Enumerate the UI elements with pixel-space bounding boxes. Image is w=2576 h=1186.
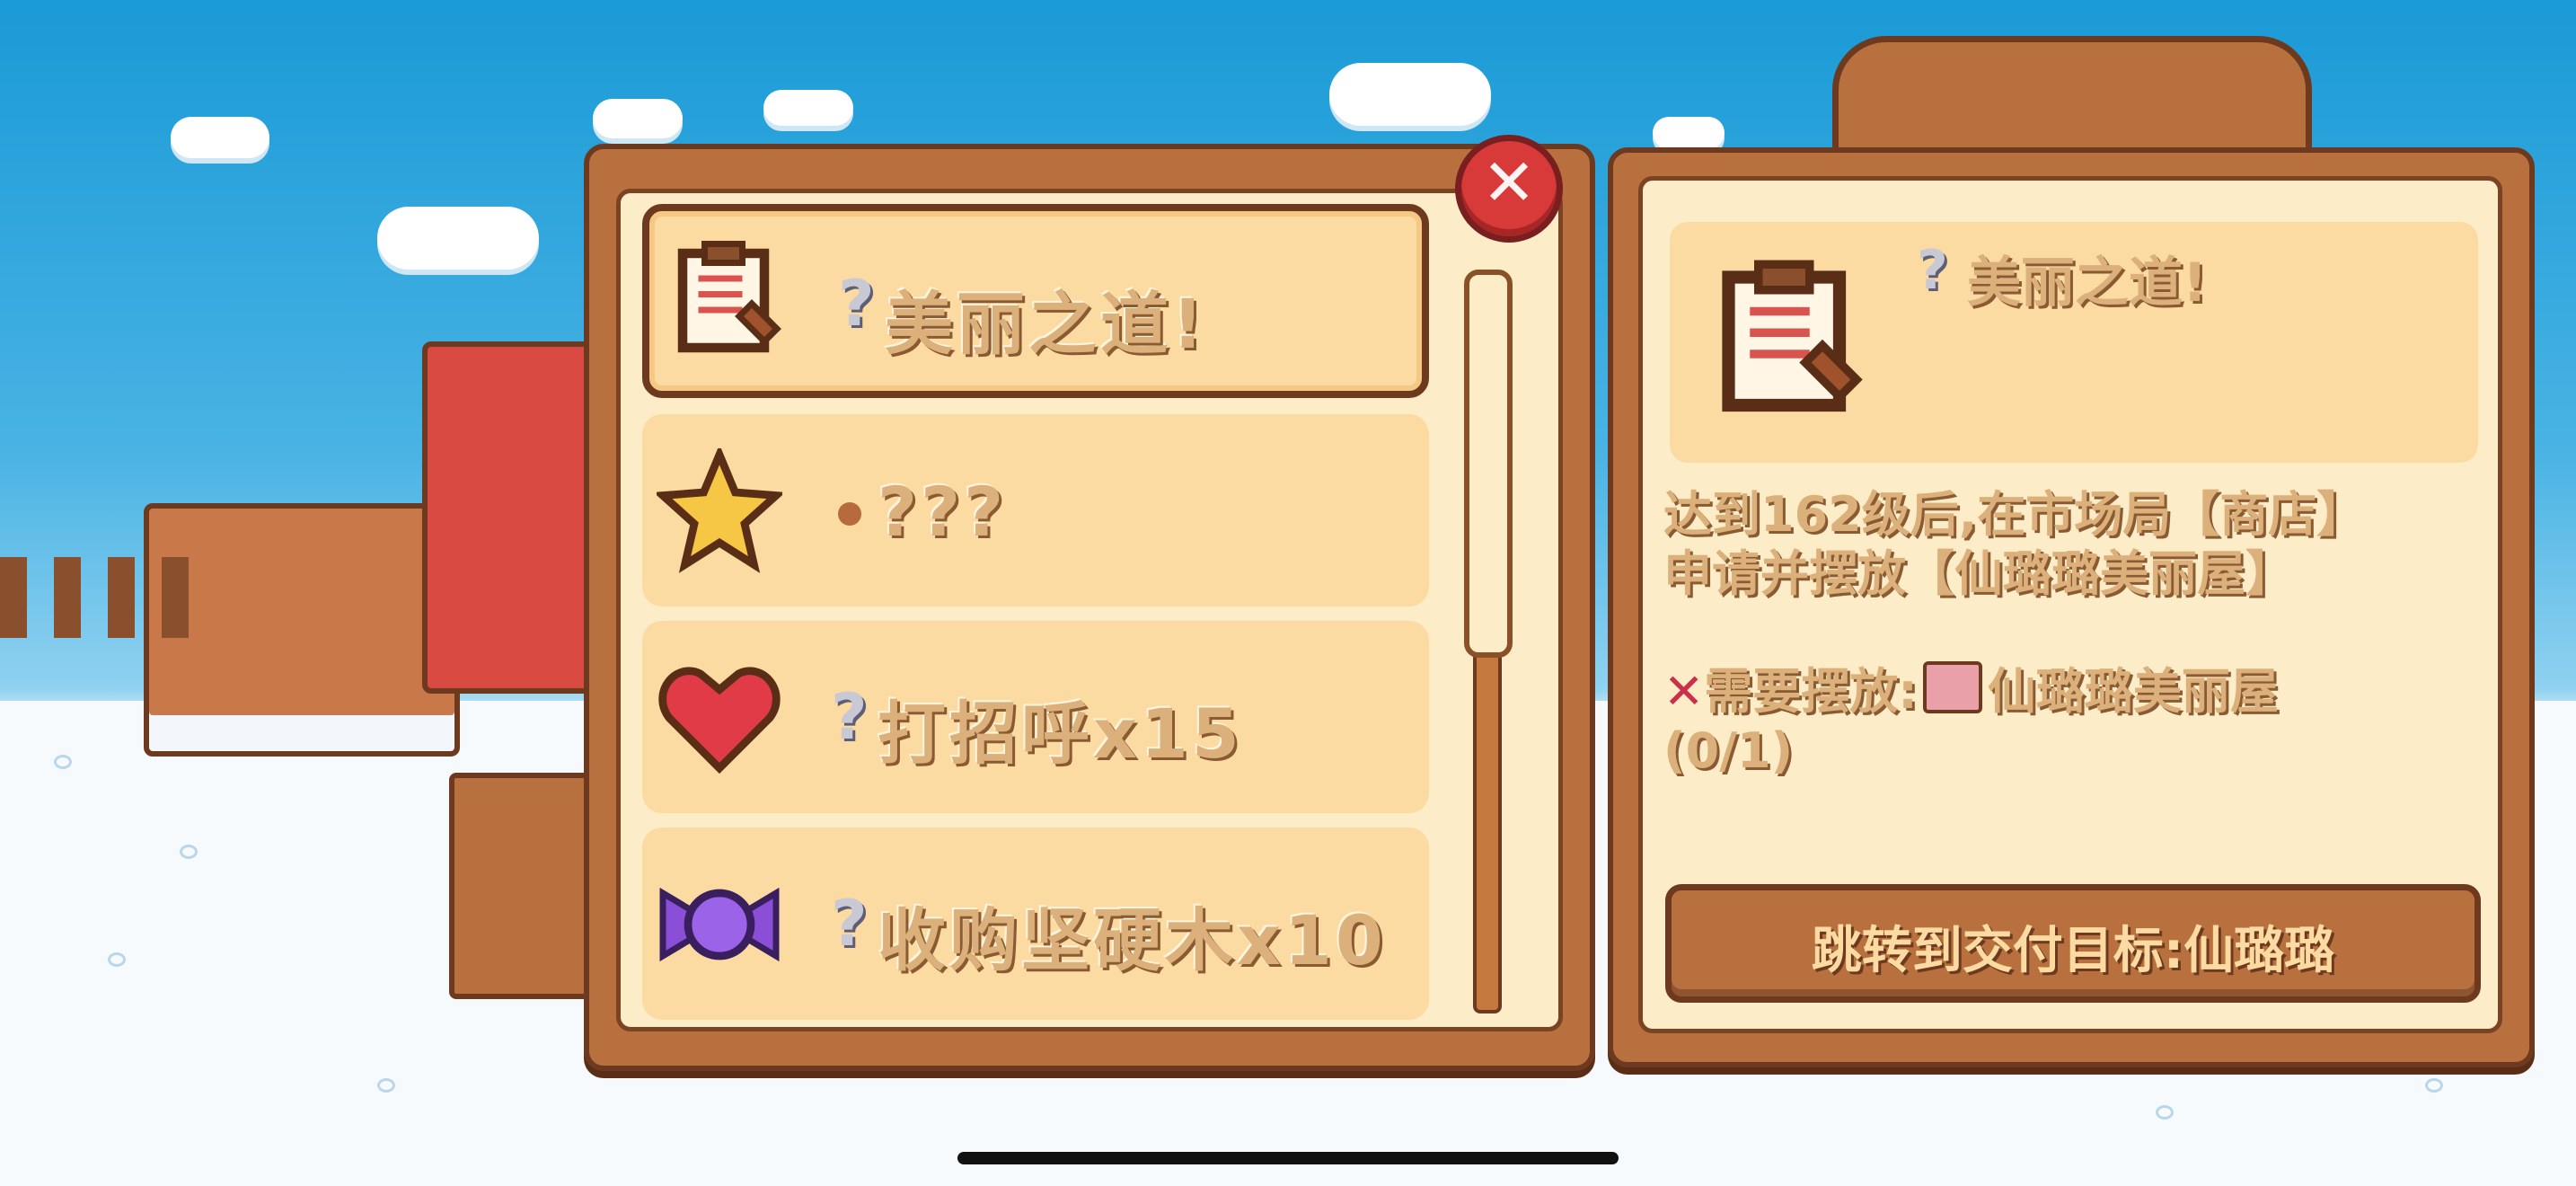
- footprint: [2156, 1105, 2174, 1120]
- quest-list-panel: ? 美丽之道! ??? ? 打招呼x15 ? 收购坚硬木x10: [584, 144, 1595, 1071]
- quest-item[interactable]: ? 收购坚硬木x10: [642, 828, 1429, 1020]
- detail-title: 美丽之道!: [1967, 252, 2208, 314]
- beauty-house-icon: [1922, 661, 1982, 713]
- cloud: [171, 117, 269, 158]
- footprint: [54, 755, 72, 769]
- quest-item[interactable]: ? 打招呼x15: [642, 621, 1429, 813]
- quest-label: ???: [878, 472, 1008, 552]
- requirement-progress: (0/1): [1663, 722, 1794, 779]
- cloud: [763, 90, 853, 126]
- requirement-text: 需要摆放:: [1704, 663, 1918, 720]
- quest-label: 美丽之道!: [885, 284, 1207, 364]
- unknown-status-icon: ?: [831, 887, 868, 960]
- quest-description: 达到162级后,在市场局【商店】申请并摆放【仙璐璐美丽屋】: [1663, 486, 2366, 602]
- footprint: [377, 1078, 395, 1093]
- close-icon: ✕: [1481, 145, 1537, 220]
- red-roof-house: [422, 341, 604, 694]
- scroll-thumb[interactable]: [1464, 270, 1513, 658]
- candy-icon: [659, 887, 780, 962]
- star-icon: [657, 448, 782, 573]
- quest-item-selected[interactable]: ? 美丽之道!: [642, 204, 1429, 398]
- footprint: [180, 845, 198, 859]
- unknown-status-icon: ?: [831, 680, 868, 754]
- clipboard-icon: [677, 241, 781, 353]
- incomplete-x-icon: ✕: [1663, 663, 1705, 720]
- quest-item[interactable]: ???: [642, 414, 1429, 606]
- clipboard-icon: [1722, 260, 1863, 412]
- pending-dot: [838, 502, 861, 526]
- quest-list-inner: ? 美丽之道! ??? ? 打招呼x15 ? 收购坚硬木x10: [616, 189, 1563, 1031]
- unknown-status-icon: ?: [1917, 239, 1948, 302]
- quest-label: 打招呼x15: [878, 694, 1243, 774]
- market-stall: [449, 773, 595, 999]
- footprint: [2425, 1078, 2443, 1093]
- heart-icon: [658, 667, 781, 774]
- footprint: [108, 952, 126, 967]
- requirement-item: 仙璐璐美丽屋: [1987, 663, 2279, 720]
- quest-label: 收购坚硬木x10: [878, 900, 1387, 980]
- jump-to-target-button[interactable]: 跳转到交付目标:仙璐璐: [1665, 884, 2481, 1003]
- cloud: [377, 207, 539, 270]
- fence: [0, 557, 216, 638]
- cloud: [593, 99, 683, 138]
- cloud: [1329, 63, 1491, 126]
- quest-requirement: ✕需要摆放: 仙璐璐美丽屋 (0/1): [1663, 661, 2400, 781]
- home-indicator[interactable]: [957, 1152, 1619, 1164]
- cloud: [1653, 117, 1725, 149]
- jump-button-label: 跳转到交付目标:仙璐璐: [1811, 922, 2335, 980]
- unknown-status-icon: ?: [838, 267, 875, 341]
- close-button[interactable]: ✕: [1455, 135, 1563, 243]
